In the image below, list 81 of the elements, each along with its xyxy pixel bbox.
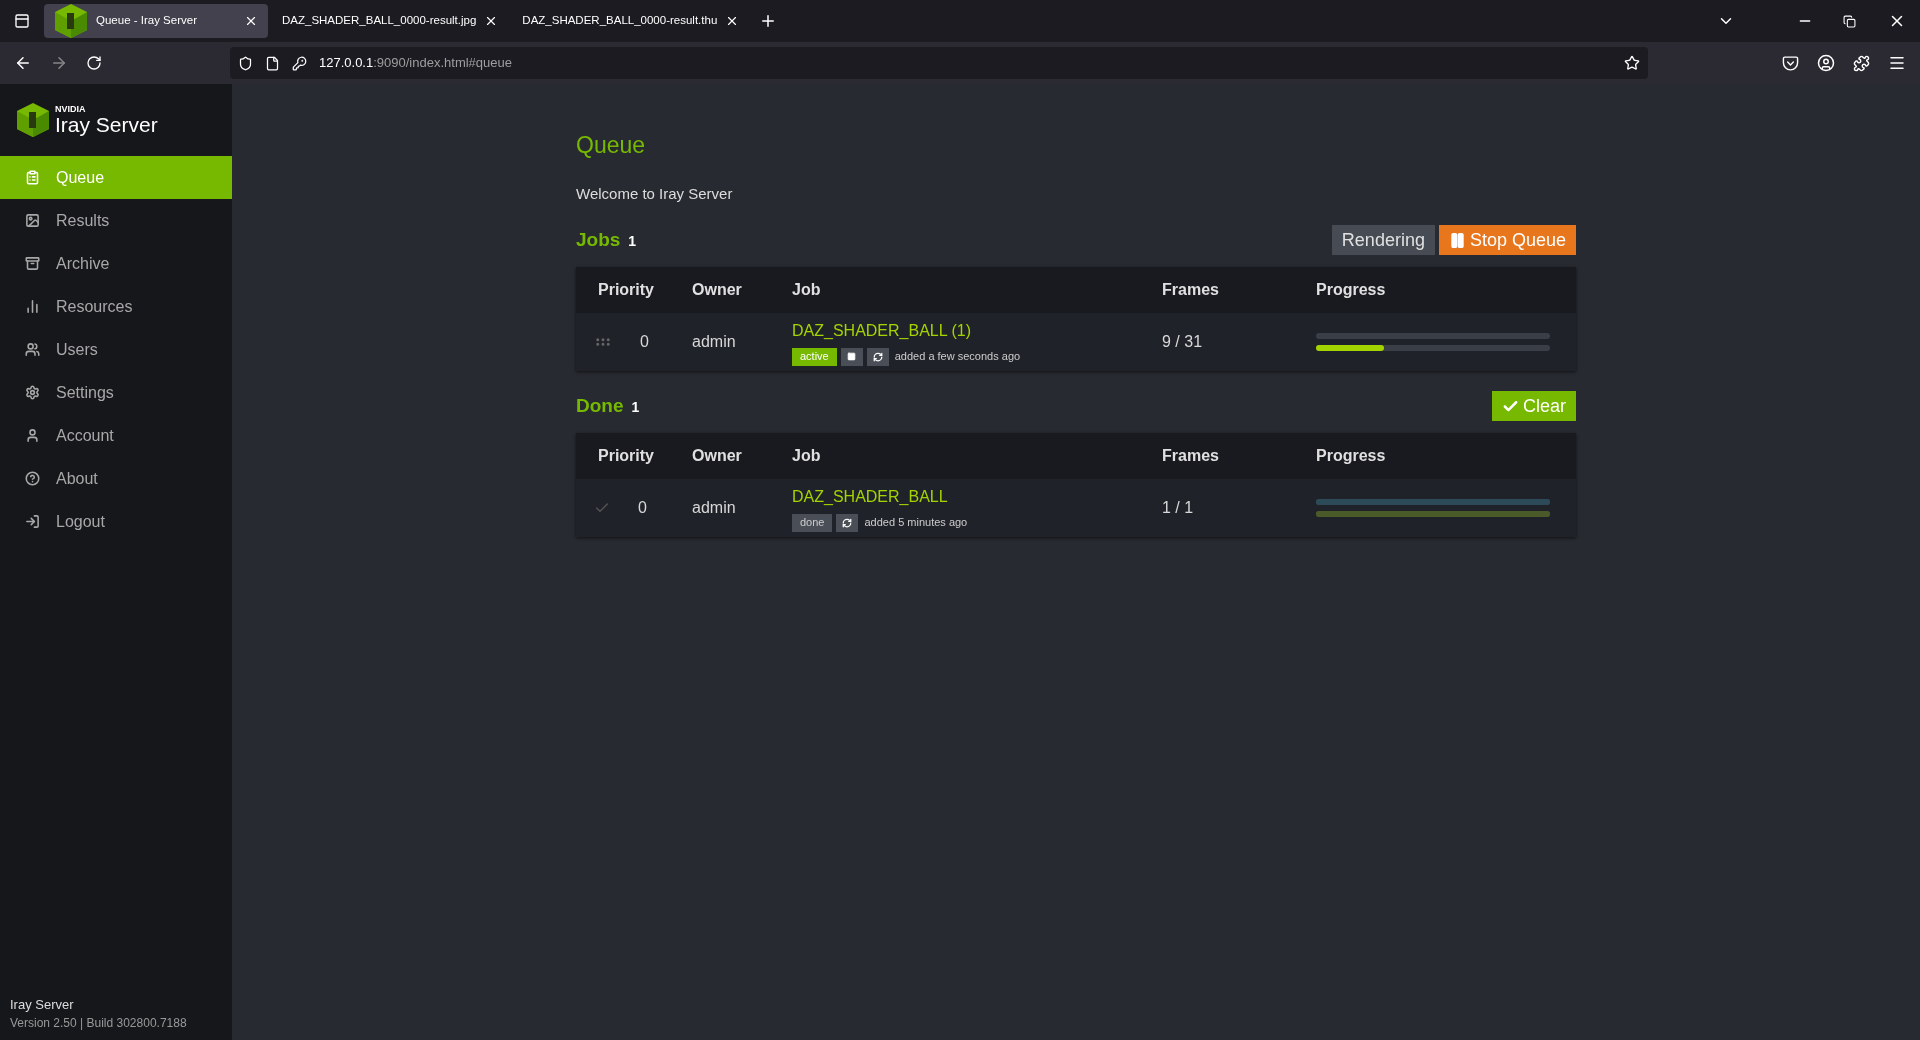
- added-time: added 5 minutes ago: [864, 515, 968, 531]
- column-header: Job: [792, 281, 821, 298]
- status-button[interactable]: Rendering: [1331, 225, 1435, 255]
- browser-tab[interactable]: DAZ_SHADER_BALL_0000-result.jpg: [272, 4, 509, 38]
- url-text: 127.0.0.1:9090/index.html#queue: [319, 54, 512, 73]
- nav-item[interactable]: Resources: [0, 285, 232, 328]
- nav-item[interactable]: Settings: [0, 371, 232, 414]
- cube-logo-icon: [54, 3, 88, 39]
- column-header: Owner: [692, 281, 742, 298]
- restart-button[interactable]: [836, 513, 859, 532]
- forward-icon[interactable]: [50, 54, 68, 72]
- nav-icon: [25, 170, 40, 185]
- frames-cell: 9 / 31: [1162, 333, 1203, 350]
- logo-small-text: NVIDIA: [55, 105, 87, 114]
- owner-cell: admin: [692, 499, 736, 516]
- refresh-icon: [842, 517, 853, 528]
- added-time: added a few seconds ago: [894, 349, 1021, 365]
- back-icon[interactable]: [14, 54, 32, 72]
- section-title: Jobs: [576, 227, 621, 252]
- tab-title: Queue - Iray Server: [96, 13, 198, 29]
- status-badge: done: [792, 513, 833, 532]
- extensions-icon[interactable]: [1853, 54, 1870, 72]
- restart-button[interactable]: [866, 347, 889, 366]
- status-badge: active: [792, 347, 837, 366]
- column-header: Frames: [1162, 281, 1219, 298]
- priority-cell-text: 0: [638, 498, 647, 518]
- nav-icon: [25, 514, 40, 529]
- column-header: Frames: [1162, 447, 1219, 464]
- column-header: Progress: [1316, 447, 1386, 464]
- job-link[interactable]: DAZ_SHADER_BALL: [792, 484, 948, 509]
- column-header: Owner: [692, 447, 742, 464]
- nav-icon: [25, 428, 40, 443]
- bookmark-star-icon[interactable]: [1624, 55, 1640, 71]
- cube-logo-icon: [16, 102, 50, 138]
- page-title: Queue: [576, 131, 647, 160]
- nav-item[interactable]: Users: [0, 328, 232, 371]
- nav-item[interactable]: Results: [0, 199, 232, 242]
- footer-title: Iray Server: [10, 995, 75, 1014]
- restore-icon[interactable]: [1843, 14, 1856, 28]
- welcome-text: Welcome to Iray Server: [576, 183, 734, 204]
- nav-icon: [25, 342, 40, 357]
- pocket-icon[interactable]: [1782, 54, 1799, 72]
- section-count: 1: [631, 397, 640, 417]
- section-title: Done: [576, 393, 624, 418]
- address-bar[interactable]: 127.0.0.1:9090/index.html#queue: [230, 47, 1648, 79]
- tab-title: DAZ_SHADER_BALL_0000-result.jpg: [282, 13, 477, 29]
- nav-item[interactable]: Account: [0, 414, 232, 457]
- browser-tab[interactable]: Queue - Iray Server: [44, 4, 268, 38]
- job-link[interactable]: DAZ_SHADER_BALL (1): [792, 318, 972, 343]
- frames-cell: 1 / 1: [1162, 499, 1194, 516]
- pause-icon: [1448, 231, 1466, 249]
- nav-icon: [25, 471, 40, 486]
- column-header: Priority: [598, 447, 654, 464]
- shield-icon[interactable]: [238, 55, 253, 71]
- column-header: Priority: [598, 281, 654, 298]
- nav-item[interactable]: Archive: [0, 242, 232, 285]
- refresh-icon: [872, 351, 883, 362]
- browser-tab[interactable]: DAZ_SHADER_BALL_0000-result.thu: [512, 4, 750, 38]
- priority-cell-text: 0: [640, 332, 649, 352]
- nav-icon: [25, 385, 40, 400]
- stop-button[interactable]: [840, 347, 863, 366]
- close-icon[interactable]: [244, 14, 258, 28]
- nav-icon: [25, 213, 40, 228]
- logo-text: Iray Server: [55, 114, 158, 135]
- section-count: 1: [628, 231, 637, 251]
- column-header: Progress: [1316, 281, 1386, 298]
- tab-list-icon[interactable]: [14, 13, 30, 29]
- menu-icon[interactable]: [1888, 54, 1906, 72]
- owner-cell: admin: [692, 333, 736, 350]
- key-icon[interactable]: [292, 55, 307, 71]
- nav-icon: [25, 299, 40, 314]
- nav-item[interactable]: About: [0, 457, 232, 500]
- nav-item[interactable]: Logout: [0, 500, 232, 543]
- stop-icon: [847, 352, 857, 361]
- page-icon: [265, 55, 280, 71]
- column-header: Job: [792, 447, 821, 464]
- reload-icon[interactable]: [86, 55, 102, 71]
- nav-icon: [25, 256, 40, 271]
- version-text: Version 2.50 | Build 302800.7188: [10, 1015, 188, 1032]
- tab-title: DAZ_SHADER_BALL_0000-result.thu: [522, 13, 718, 29]
- account-icon[interactable]: [1817, 54, 1835, 72]
